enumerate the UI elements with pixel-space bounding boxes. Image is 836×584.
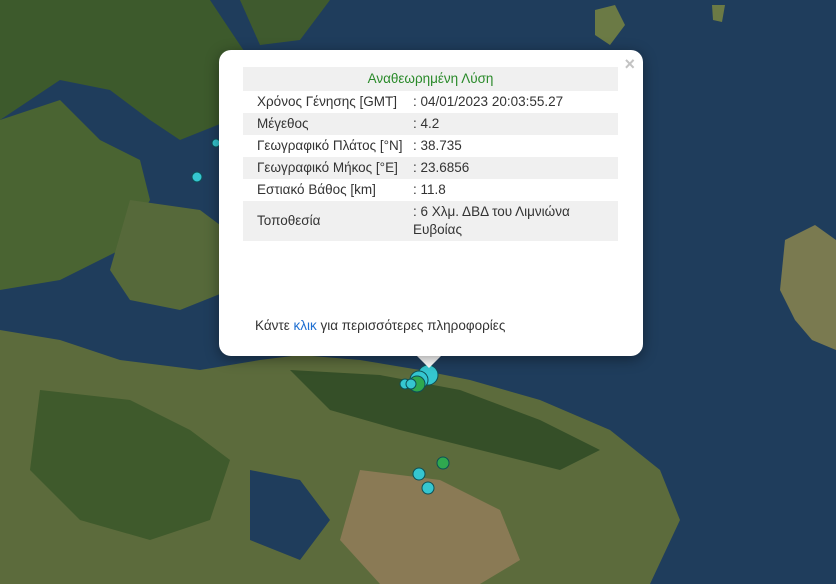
label-depth: Εστιακό Βάθος [km] <box>257 182 376 197</box>
earthquake-marker-quake-8[interactable] <box>436 456 450 470</box>
label-origin-time: Χρόνος Γένησης [GMT] <box>257 94 398 109</box>
value-longitude: : 23.6856 <box>403 157 618 179</box>
more-info-prefix: Κάντε <box>255 318 294 333</box>
earthquake-marker-quake-7[interactable] <box>405 378 417 390</box>
more-info-text: Κάντε κλικ για περισσότερες πληροφορίες <box>255 318 505 333</box>
value-depth: : 11.8 <box>413 182 446 197</box>
more-info-link[interactable]: κλικ <box>294 318 317 333</box>
popup-pointer <box>415 354 443 368</box>
more-info-suffix: για περισσότερες πληροφορίες <box>316 318 506 333</box>
label-location: Τοποθεσία <box>243 201 403 241</box>
value-latitude: : 38.735 <box>413 138 462 153</box>
earthquake-marker-quake-1[interactable] <box>191 171 203 183</box>
earthquake-marker-quake-10[interactable] <box>421 481 435 495</box>
earthquake-info-popup: × Αναθεωρημένη Λύση Χρόνος Γένησης [GMT]… <box>219 50 643 356</box>
earthquake-marker-quake-9[interactable] <box>412 467 426 481</box>
close-icon[interactable]: × <box>624 54 635 74</box>
popup-title: Αναθεωρημένη Λύση <box>243 67 618 91</box>
value-location: : 6 Χλμ. ΔΒΔ του Λιμνιώνα Ευβοίας <box>403 201 618 241</box>
label-latitude: Γεωγραφικό Πλάτος [°N] <box>257 138 403 153</box>
value-magnitude: : 4.2 <box>403 113 618 135</box>
label-longitude: Γεωγραφικό Μήκος [°E] <box>243 157 403 179</box>
label-magnitude: Μέγεθος <box>243 113 403 135</box>
earthquake-details-table: Αναθεωρημένη Λύση Χρόνος Γένησης [GMT] : … <box>243 67 618 241</box>
value-origin-time: : 04/01/2023 20:03:55.27 <box>413 94 564 109</box>
